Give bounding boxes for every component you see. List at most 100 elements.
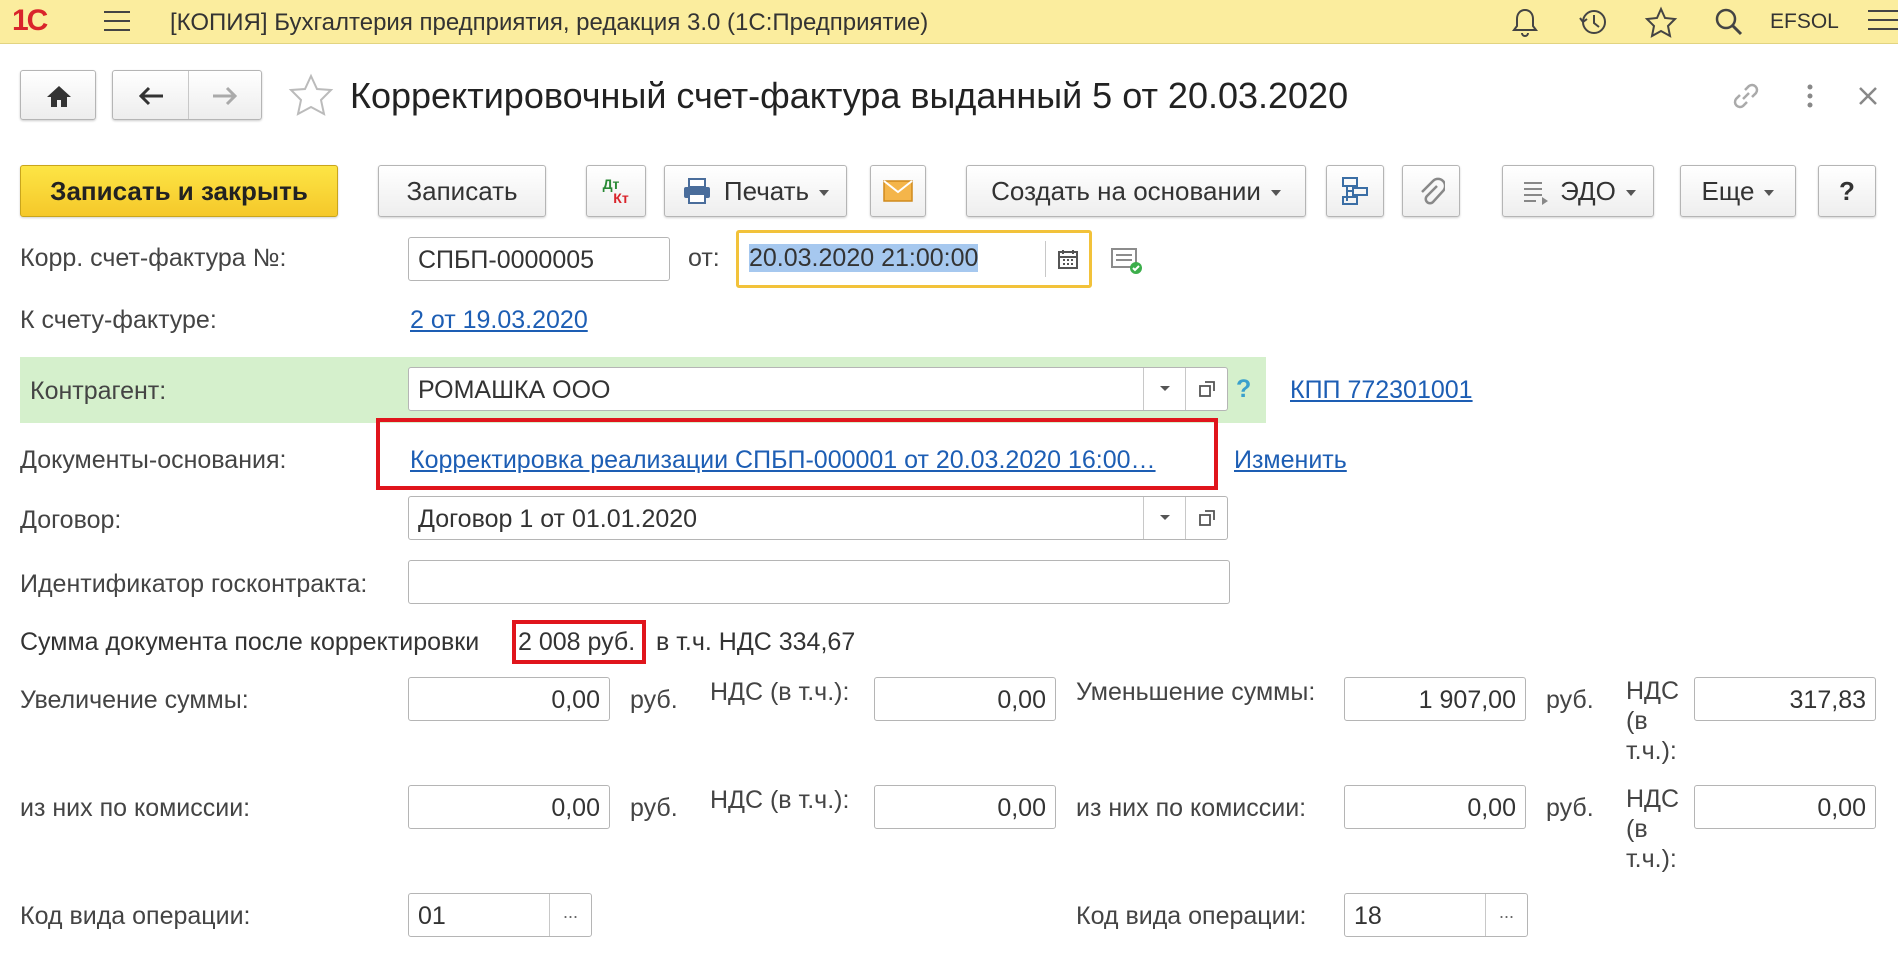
op-code-right-label: Код вида операции: xyxy=(1076,902,1307,930)
date-field-focus: 20.03.2020 21:00:00 xyxy=(736,230,1092,288)
more-vertical-icon[interactable] xyxy=(1792,78,1828,114)
chevron-down-icon xyxy=(1159,386,1170,391)
star-icon[interactable] xyxy=(1644,6,1678,38)
favorite-star-icon[interactable] xyxy=(287,72,335,120)
chevron-down-icon xyxy=(1159,515,1170,520)
commission-dec-vat-label: НДС (в т.ч.): xyxy=(1626,785,1680,873)
commission-inc-rub: руб. xyxy=(630,794,678,822)
contract-dropdown[interactable] xyxy=(1143,497,1185,539)
counterparty-value: РОМАШКА ООО xyxy=(418,376,611,404)
email-button[interactable] xyxy=(870,165,926,217)
home-icon xyxy=(47,86,71,107)
paperclip-icon xyxy=(1421,177,1445,205)
op-code-left-select[interactable]: ... xyxy=(549,894,591,936)
gov-contract-field[interactable] xyxy=(408,560,1230,604)
op-code-left-field[interactable]: 01 ... xyxy=(408,893,592,937)
decrease-vat-label: НДС (в т.ч.): xyxy=(1626,677,1680,765)
contract-field[interactable]: Договор 1 от 01.01.2020 xyxy=(408,496,1228,540)
commission-dec-field[interactable]: 0,00 xyxy=(1344,785,1526,829)
save-close-button[interactable]: Записать и закрыть xyxy=(20,165,338,217)
user-name[interactable]: EFSOL xyxy=(1770,10,1839,34)
settings-menu-icon[interactable] xyxy=(1868,10,1898,37)
open-form-icon xyxy=(1198,510,1215,526)
app-header: 1С [КОПИЯ] Бухгалтерия предприятия, реда… xyxy=(0,0,1898,44)
increase-vat-label: НДС (в т.ч.): xyxy=(710,678,850,706)
increase-field[interactable]: 0,00 xyxy=(408,677,610,721)
structure-icon xyxy=(1342,177,1368,205)
calendar-icon[interactable] xyxy=(1057,248,1079,270)
op-code-right-value: 18 xyxy=(1354,902,1382,930)
document-title: Корректировочный счет-фактура выданный 5… xyxy=(350,75,1349,116)
op-code-right-field[interactable]: 18 ... xyxy=(1344,893,1528,937)
date-field[interactable]: 20.03.2020 21:00:00 xyxy=(745,240,1035,278)
invoice-link[interactable]: 2 от 19.03.2020 xyxy=(410,306,588,335)
sum-vat-text: в т.ч. НДС 334,67 xyxy=(656,628,856,656)
date-value: 20.03.2020 21:00:00 xyxy=(749,244,979,272)
change-link[interactable]: Изменить xyxy=(1234,446,1347,475)
counterparty-field[interactable]: РОМАШКА ООО xyxy=(408,367,1228,411)
commission-inc-vat-field[interactable]: 0,00 xyxy=(874,785,1056,829)
commission-inc-vat-label: НДС (в т.ч.): xyxy=(710,786,850,814)
op-code-left-label: Код вида операции: xyxy=(20,902,251,930)
help-button[interactable]: ? xyxy=(1818,165,1876,217)
print-button[interactable]: Печать xyxy=(664,165,847,217)
open-form-icon xyxy=(1198,381,1215,397)
kt-label: Кт xyxy=(613,190,629,206)
decrease-vat-field[interactable]: 317,83 xyxy=(1694,677,1876,721)
decrease-field[interactable]: 1 907,00 xyxy=(1344,677,1526,721)
forward-arrow-icon[interactable] xyxy=(188,71,263,121)
printer-icon xyxy=(683,178,710,204)
counterparty-dropdown[interactable] xyxy=(1143,368,1185,410)
save-button[interactable]: Записать xyxy=(378,165,546,217)
contract-value: Договор 1 от 01.01.2020 xyxy=(418,505,698,533)
sum-after-label: Сумма документа после корректировки xyxy=(20,628,480,656)
op-code-left-value: 01 xyxy=(418,902,446,930)
bell-icon[interactable] xyxy=(1508,6,1542,38)
structure-button[interactable] xyxy=(1326,165,1384,217)
base-docs-label: Документы-основания: xyxy=(20,446,287,474)
commission-dec-label: из них по комиссии: xyxy=(1076,794,1307,822)
more-button[interactable]: Еще xyxy=(1680,165,1796,217)
dt-kt-button[interactable]: Дт Кт xyxy=(586,165,646,217)
contract-open[interactable] xyxy=(1185,497,1227,539)
kpp-link[interactable]: КПП 772301001 xyxy=(1290,376,1473,405)
logo-text: 1С xyxy=(12,4,48,37)
edo-button[interactable]: ЭДО xyxy=(1502,165,1654,217)
commission-dec-rub: руб. xyxy=(1546,794,1594,822)
gov-contract-label: Идентификатор госконтракта: xyxy=(20,570,368,598)
dt-label: Дт xyxy=(602,176,620,192)
status-doc-icon[interactable] xyxy=(1110,246,1144,276)
counterparty-open[interactable] xyxy=(1185,368,1227,410)
edo-icon xyxy=(1524,182,1549,205)
number-label: Корр. счет-фактура №: xyxy=(20,244,287,272)
home-button[interactable] xyxy=(20,70,96,120)
counterparty-label: Контрагент: xyxy=(30,377,167,405)
help-question-icon[interactable]: ? xyxy=(1236,375,1251,404)
search-icon[interactable] xyxy=(1712,6,1746,38)
increase-rub: руб. xyxy=(630,686,678,714)
contract-label: Договор: xyxy=(20,506,122,534)
increase-vat-field[interactable]: 0,00 xyxy=(874,677,1056,721)
annotation-highlight-sum xyxy=(512,620,646,664)
decrease-rub: руб. xyxy=(1546,686,1594,714)
commission-inc-label: из них по комиссии: xyxy=(20,794,251,822)
date-from-label: от: xyxy=(688,244,720,272)
op-code-right-select[interactable]: ... xyxy=(1485,894,1527,936)
decrease-label: Уменьшение суммы: xyxy=(1076,678,1316,706)
history-icon[interactable] xyxy=(1576,6,1610,38)
increase-label: Увеличение суммы: xyxy=(20,686,249,714)
close-icon[interactable] xyxy=(1850,78,1886,114)
back-arrow-icon[interactable] xyxy=(113,71,189,121)
annotation-highlight-base-docs xyxy=(376,418,1218,490)
number-field[interactable]: СПБП-0000005 xyxy=(408,237,670,281)
app-title: [КОПИЯ] Бухгалтерия предприятия, редакци… xyxy=(170,9,929,36)
link-icon[interactable] xyxy=(1728,78,1764,114)
logo-1c[interactable]: 1С xyxy=(12,4,48,38)
create-based-button[interactable]: Создать на основании xyxy=(966,165,1306,217)
attach-button[interactable] xyxy=(1402,165,1460,217)
commission-dec-vat-field[interactable]: 0,00 xyxy=(1694,785,1876,829)
invoice-label: К счету-фактуре: xyxy=(20,306,217,334)
history-nav xyxy=(112,70,262,120)
commission-inc-field[interactable]: 0,00 xyxy=(408,785,610,829)
main-menu-icon[interactable] xyxy=(104,11,130,38)
